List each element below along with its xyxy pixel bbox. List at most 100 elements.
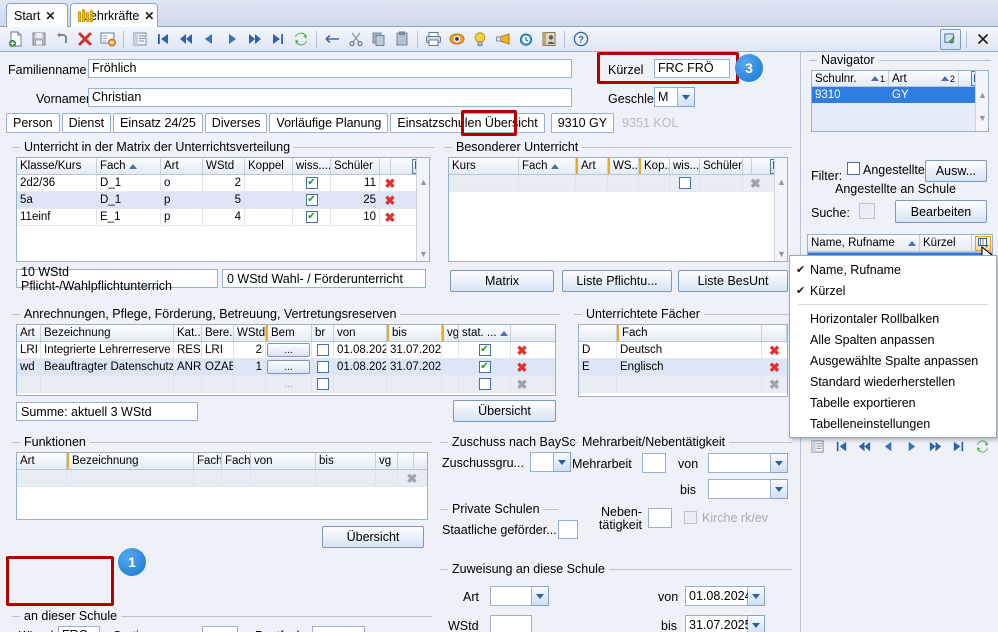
geschlecht-select[interactable]: M	[654, 87, 695, 107]
delete-row-button[interactable]: ✖	[743, 175, 768, 191]
back-arrow-icon[interactable]	[322, 29, 343, 50]
col-schueler[interactable]: Schüler	[331, 158, 380, 174]
help-icon[interactable]: ?	[570, 29, 591, 50]
delete-icon[interactable]: ✖	[383, 193, 397, 207]
restore-window-icon[interactable]	[940, 28, 961, 50]
delete-row-button[interactable]: ✖	[511, 376, 533, 392]
tab-person[interactable]: Person	[6, 113, 60, 133]
menu-item-tabelle-exportieren[interactable]: Tabelle exportieren	[790, 392, 996, 413]
table-row[interactable]: LRI Integrierte Lehrerreserve RES LRI 2 …	[17, 342, 555, 359]
checkbox-unchecked[interactable]	[316, 361, 329, 373]
postfach-input[interactable]	[312, 626, 365, 632]
col-art[interactable]: Art	[17, 325, 41, 341]
menu-item-tabelleneinstellungen[interactable]: Tabelleneinstellungen	[790, 413, 996, 434]
delete-icon[interactable]: ✖	[768, 377, 782, 391]
delete-icon[interactable]: ✖	[383, 210, 397, 224]
col-fach[interactable]: Fach	[519, 158, 576, 174]
cell-wiss[interactable]: ✔	[293, 209, 331, 225]
mehrarbeit-von-select[interactable]	[708, 453, 788, 473]
list-view-icon[interactable]	[808, 436, 828, 457]
ausw-button[interactable]: Ausw...	[925, 160, 987, 182]
col-bis[interactable]: bis	[387, 325, 442, 341]
col-schulnr[interactable]: Schulnr. 1	[812, 71, 889, 86]
col-name-rufname[interactable]: Name, Rufname	[808, 235, 920, 251]
col-br[interactable]: br	[312, 325, 334, 341]
col-fach-2[interactable]: Fach	[222, 453, 251, 469]
cut-icon[interactable]	[345, 29, 366, 50]
close-icon[interactable]: ✕	[144, 10, 154, 22]
prev-record-icon[interactable]	[198, 29, 219, 50]
checkbox-unchecked[interactable]	[316, 378, 329, 390]
nebentaetigkeit-input[interactable]	[648, 508, 672, 528]
chevron-down-icon[interactable]	[532, 586, 549, 606]
paste-icon[interactable]	[391, 29, 412, 50]
matrix-grid[interactable]: Klasse/Kurs Fach Art WStd Koppel wiss...…	[16, 157, 430, 262]
cell-stat[interactable]	[459, 376, 511, 392]
col-bis[interactable]: bis	[316, 453, 376, 469]
col-klasse-kurs[interactable]: Klasse/Kurs	[17, 158, 97, 174]
scroll-down-icon[interactable]: ▼	[976, 111, 988, 125]
save-icon[interactable]	[28, 29, 49, 50]
cell-stat[interactable]: ✔	[459, 342, 511, 358]
first-record-icon[interactable]	[832, 436, 852, 457]
suche-input[interactable]	[859, 203, 875, 219]
faecher-grid[interactable]: Fach D Deutsch ✖ E Englisch ✖ ✖	[578, 324, 788, 397]
cell-wiss[interactable]: ✔	[293, 192, 331, 208]
megaphone-icon[interactable]	[492, 29, 513, 50]
mehrarbeit-bis-select[interactable]	[708, 479, 788, 499]
cell-wiss[interactable]: ✔	[293, 175, 331, 191]
delete-icon[interactable]: ✖	[768, 360, 782, 374]
col-koppel[interactable]: Koppel	[245, 158, 293, 174]
delete-row-button[interactable]: ✖	[511, 359, 533, 375]
checkbox-checked[interactable]: ✔	[305, 177, 318, 189]
cell-bem[interactable]: ...	[266, 376, 312, 392]
menu-item-kuerzel[interactable]: ✔ Kürzel	[790, 280, 996, 301]
close-icon[interactable]: ✕	[45, 10, 55, 22]
delete-row-button[interactable]: ✖	[762, 342, 787, 358]
chevron-down-icon[interactable]	[771, 453, 788, 473]
table-row[interactable]: ✖	[17, 470, 427, 487]
first-record-icon[interactable]	[152, 29, 173, 50]
tab-einsatzschulen-uebersicht[interactable]: Einsatzschulen Übersicht	[390, 113, 545, 133]
preview-icon[interactable]	[446, 29, 467, 50]
col-kuerzel[interactable]: Kürzel	[920, 235, 972, 251]
tab-einsatz[interactable]: Einsatz 24/25	[113, 113, 203, 133]
tab-9310-gy[interactable]: 9310 GY	[550, 113, 615, 133]
angestellter-checkbox[interactable]	[847, 162, 860, 175]
col-von[interactable]: von	[334, 325, 387, 341]
col-vg[interactable]: vg	[442, 325, 459, 341]
col-stat[interactable]: stat. ...	[459, 325, 511, 341]
col-art[interactable]: Art	[17, 453, 67, 469]
scroll-up-icon[interactable]: ▲	[976, 88, 988, 102]
cell-br[interactable]	[312, 359, 334, 375]
cell-br[interactable]	[312, 342, 334, 358]
col-wstd[interactable]: WStd	[234, 325, 266, 341]
cell-br[interactable]	[312, 376, 334, 392]
delete-icon[interactable]: ✖	[515, 360, 529, 374]
next-record-icon[interactable]	[902, 436, 922, 457]
checkbox-unchecked[interactable]	[316, 344, 329, 356]
liste-besunt-button[interactable]: Liste BesUnt	[678, 270, 788, 292]
anrechnungen-grid[interactable]: Art Bezeichnung Kat... Bere... WStd Bem …	[16, 324, 556, 396]
chevron-down-icon[interactable]	[554, 452, 571, 472]
delete-row-button[interactable]: ✖	[380, 209, 400, 225]
column-context-menu[interactable]: ✔ Name, Rufname ✔ Kürzel Horizontaler Ro…	[789, 255, 997, 438]
fast-back-icon[interactable]	[175, 29, 196, 50]
delete-row-button[interactable]: ✖	[398, 470, 426, 486]
funktionen-grid[interactable]: Art Bezeichnung Fach Fach von bis vg ✖	[16, 452, 428, 520]
delete-row-button[interactable]: ✖	[380, 175, 400, 191]
col-wiss[interactable]: wiss....	[293, 158, 331, 174]
col-art[interactable]: Art	[576, 158, 608, 174]
chevron-down-icon[interactable]	[748, 615, 765, 632]
table-row[interactable]: E Englisch ✖	[579, 359, 787, 376]
col-key[interactable]	[579, 325, 617, 341]
window-tab-start[interactable]: Start ✕	[6, 3, 68, 27]
col-kat[interactable]: Kat...	[174, 325, 202, 341]
zuschussgruppe-select[interactable]	[530, 452, 571, 472]
cell-wis[interactable]	[670, 175, 700, 191]
scroll-up-icon[interactable]: ▲	[775, 175, 787, 189]
tab-9351-kol[interactable]: 9351 KOL	[616, 113, 684, 133]
fast-forward-icon[interactable]	[926, 436, 946, 457]
cell-bem[interactable]: ...	[266, 359, 312, 375]
anrechnungen-uebersicht-button[interactable]: Übersicht	[453, 400, 556, 422]
